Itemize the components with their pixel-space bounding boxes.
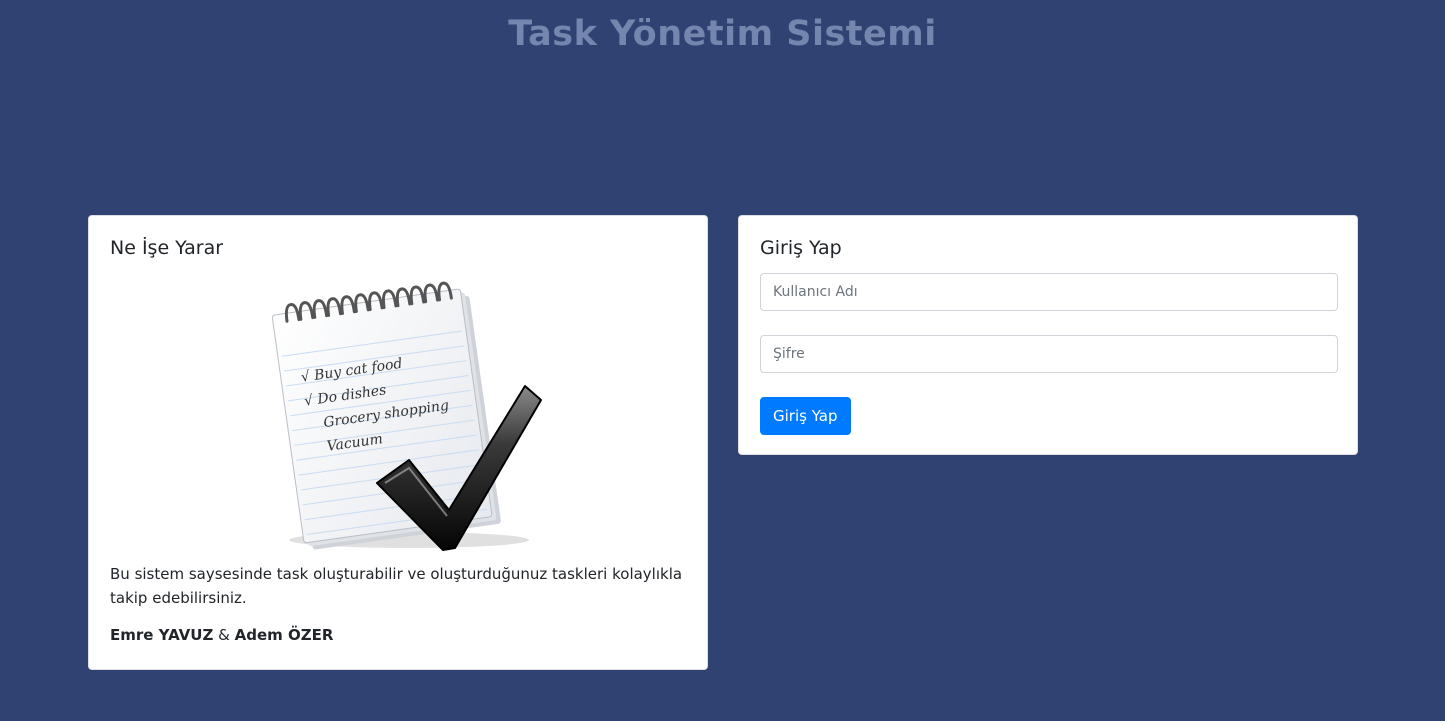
login-card-title: Giriş Yap [760, 237, 842, 259]
username-input[interactable] [760, 273, 1338, 311]
info-card: Ne İşe Yarar √ Buy cat food √ Do dishes … [88, 215, 708, 670]
password-input[interactable] [760, 335, 1338, 373]
info-card-title: Ne İşe Yarar [110, 237, 224, 259]
author-2: Adem ÖZER [234, 626, 334, 644]
info-description: Bu sistem saysesinde task oluşturabilir … [110, 565, 683, 607]
author-separator: & [218, 626, 230, 644]
notepad-checkmark-icon: √ Buy cat food √ Do dishes Grocery shopp… [271, 281, 542, 551]
login-card: Giriş Yap Giriş Yap [738, 215, 1358, 455]
page-title: Task Yönetim Sistemi [508, 14, 937, 54]
login-button[interactable]: Giriş Yap [760, 397, 851, 435]
authors: Emre YAVUZ & Adem ÖZER [110, 626, 333, 644]
author-1: Emre YAVUZ [110, 626, 214, 644]
